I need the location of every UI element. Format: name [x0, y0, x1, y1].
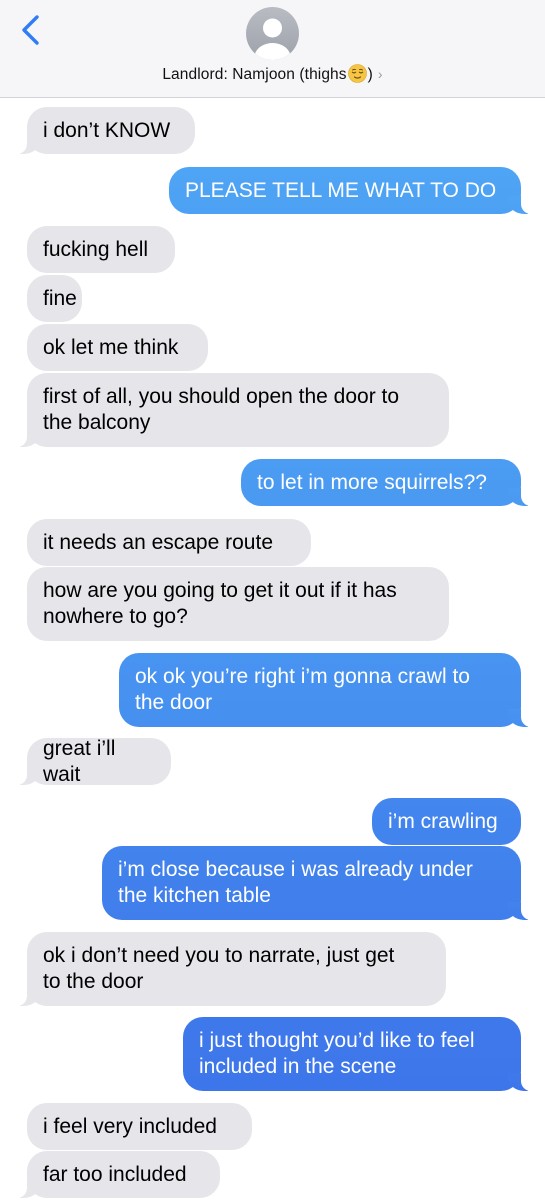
message-text: it needs an escape route	[43, 530, 273, 554]
message-text: ok ok you’re right i’m gonna crawl to th…	[135, 665, 470, 714]
received-message-bubble[interactable]: i feel very included	[27, 1103, 252, 1150]
received-message-bubble[interactable]: fucking hell	[27, 226, 175, 273]
message-text: ok let me think	[43, 335, 179, 359]
message-text: first of all, you should open the door t…	[43, 385, 400, 434]
contact-name-suffix: )	[367, 66, 373, 83]
message-text: great i’ll wait	[43, 736, 116, 786]
received-message-bubble[interactable]: far too included	[17, 1151, 220, 1198]
message-text: fucking hell	[43, 237, 149, 261]
received-message-bubble[interactable]: fine	[27, 275, 82, 322]
message-text: how are you going to get it out if it ha…	[43, 579, 397, 628]
received-message-bubble[interactable]: first of all, you should open the door t…	[17, 373, 449, 447]
sent-message-bubble[interactable]: i just thought you’d like to feel includ…	[183, 1017, 531, 1091]
relieved-face-emoji-icon	[347, 64, 367, 83]
chevron-right-icon: ›	[377, 66, 383, 82]
received-message-bubble[interactable]: how are you going to get it out if it ha…	[27, 567, 449, 641]
message-text: far too included	[43, 1162, 187, 1186]
message-text: i just thought you’d like to feel includ…	[199, 1029, 475, 1078]
sent-message-bubble[interactable]: i’m close because i was already under th…	[102, 846, 531, 920]
received-message-bubble[interactable]: ok let me think	[27, 324, 208, 371]
received-message-bubble[interactable]: i don’t KNOW	[17, 107, 195, 154]
message-text: i feel very included	[43, 1114, 217, 1138]
back-chevron-icon[interactable]	[18, 14, 48, 48]
received-message-bubble[interactable]: it needs an escape route	[27, 519, 311, 566]
received-message-bubble[interactable]: great i’ll wait	[17, 736, 171, 786]
message-text: PLEASE TELL ME WHAT TO DO	[185, 178, 497, 202]
message-text: i don’t KNOW	[43, 118, 171, 142]
message-text: i’m crawling	[388, 809, 498, 833]
sent-message-bubble[interactable]: to let in more squirrels??	[241, 459, 531, 506]
contact-avatar-icon[interactable]	[246, 7, 299, 60]
sent-message-bubble[interactable]: PLEASE TELL ME WHAT TO DO	[169, 167, 531, 214]
message-text: fine	[43, 286, 77, 310]
conversation-header: Landlord: Namjoon (thighs ) ›	[0, 0, 545, 98]
sent-message-bubble[interactable]: ok ok you’re right i’m gonna crawl to th…	[119, 653, 531, 727]
message-text: to let in more squirrels??	[257, 470, 487, 494]
sent-message-bubble[interactable]: i’m crawling	[372, 798, 521, 845]
message-text: ok i don’t need you to narrate, just get…	[43, 944, 395, 993]
contact-name-button[interactable]: Landlord: Namjoon (thighs ) ›	[0, 64, 545, 84]
received-message-bubble[interactable]: ok i don’t need you to narrate, just get…	[17, 932, 446, 1006]
message-text: i’m close because i was already under th…	[118, 858, 473, 907]
contact-name-label: Landlord: Namjoon (thighs	[162, 66, 347, 83]
